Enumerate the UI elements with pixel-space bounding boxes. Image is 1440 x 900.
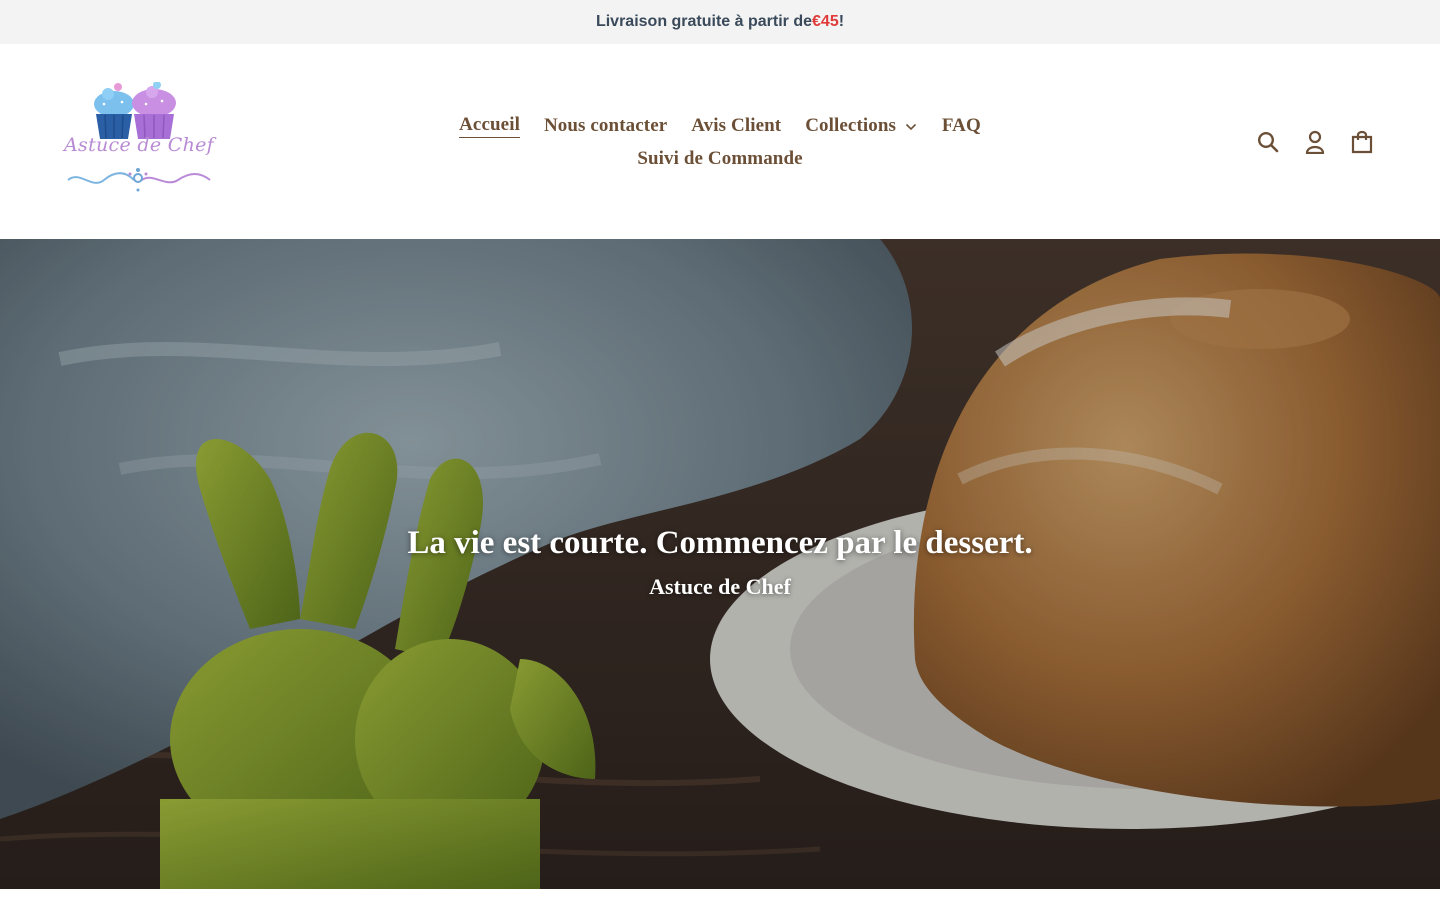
header-icons	[1256, 128, 1374, 156]
nav-item-collections[interactable]: Collections	[805, 115, 918, 137]
nav-item-accueil[interactable]: Accueil	[459, 114, 520, 138]
account-button[interactable]	[1303, 128, 1327, 156]
announcement-price: €45	[812, 13, 839, 30]
nav-item-collections-label: Collections	[805, 115, 897, 136]
search-icon	[1257, 131, 1279, 153]
chevron-down-icon	[905, 123, 916, 130]
nav-item-suivi-de-commande[interactable]: Suivi de Commande	[637, 148, 802, 170]
cart-button[interactable]	[1350, 128, 1374, 156]
cart-icon	[1351, 130, 1373, 154]
nav-item-faq[interactable]: FAQ	[942, 115, 981, 137]
hero-subtitle: Astuce de Chef	[649, 574, 791, 599]
announcement-suffix: !	[838, 13, 845, 30]
announcement-text: Livraison gratuite à partir de	[595, 13, 813, 30]
hero-title: La vie est courte. Commencez par le dess…	[407, 525, 1033, 561]
main-nav: Accueil Nous contacter Avis Client Colle…	[0, 112, 1440, 173]
account-icon	[1305, 130, 1325, 154]
site-header: Astuce de Chef Accueil Nous contacter Av…	[0, 44, 1440, 239]
nav-item-nous-contacter[interactable]: Nous contacter	[544, 115, 667, 137]
search-button[interactable]	[1256, 128, 1280, 156]
announcement-bar: Livraison gratuite à partir de €45 !	[0, 0, 1440, 44]
nav-item-avis-client[interactable]: Avis Client	[691, 115, 781, 137]
hero-banner: La vie est courte. Commencez par le dess…	[0, 239, 1440, 889]
hero-overlay	[0, 239, 1440, 889]
